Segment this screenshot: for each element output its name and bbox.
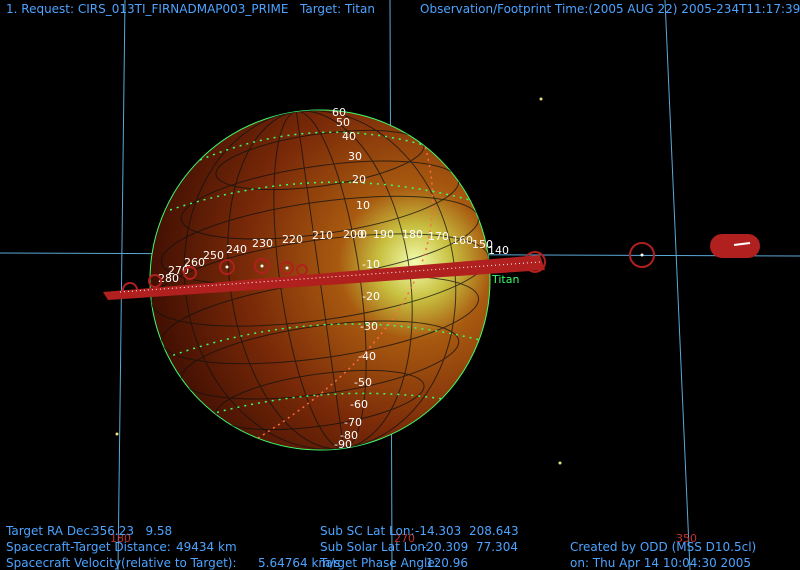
created-by-label: Created by ODD (MSS D10.5cl) <box>570 540 757 554</box>
lon-label: 190 <box>373 228 394 241</box>
star <box>558 461 562 465</box>
lon-label: 160 <box>452 234 473 247</box>
footprint-center <box>285 266 289 270</box>
phase-angle-label: Target Phase Angle: <box>320 556 439 570</box>
target-ra-value: 356.23 <box>92 524 134 538</box>
sub-solar-values: -20.309 77.304 <box>422 540 518 554</box>
created-on-label: on: Thu Apr 14 10:04:30 2005 <box>570 556 752 570</box>
lat-label: 10 <box>356 199 370 212</box>
target-ra-dec-label: Target RA Dec: <box>6 524 95 538</box>
lat-label: -90 <box>334 438 352 451</box>
target-dec-value: 9.58 <box>145 524 173 538</box>
footprint-center <box>225 265 229 269</box>
lat-label: -50 <box>354 376 372 389</box>
lat-label: -60 <box>350 398 368 411</box>
footprint-center <box>640 253 644 257</box>
star <box>115 432 119 436</box>
lon-label: 220 <box>282 233 303 246</box>
lon-label: 210 <box>312 229 333 242</box>
observation-time-label: Observation/Footprint Time:(2005 AUG 22)… <box>420 2 800 16</box>
grid-line-vertical-right <box>664 0 691 570</box>
lon-label: 250 <box>203 249 224 262</box>
lat-label: 20 <box>352 173 366 186</box>
phase-angle-value: 120.96 <box>426 556 468 570</box>
distance-value: 49434 km <box>176 540 237 554</box>
lat-label: -20 <box>362 290 380 303</box>
footprint-blob <box>710 234 760 258</box>
lat-label: 30 <box>348 150 362 163</box>
sub-sc-label: Sub SC Lat Lon: <box>320 524 415 538</box>
sub-sc-lat: -14.303 <box>415 524 462 538</box>
lat-label: -30 <box>360 320 378 333</box>
target-label: Target: Titan <box>300 2 375 16</box>
distance-label: Spacecraft-Target Distance: <box>6 540 171 554</box>
request-label: 1. Request: CIRS_013TI_FIRNADMAP003_PRIM… <box>6 2 289 16</box>
planet-view-canvas[interactable]: 60 50 40 30 20 10 0 -10 -20 -30 -40 -50 … <box>0 0 800 570</box>
lon-label: 240 <box>226 243 247 256</box>
sub-sc-values: -14.303 208.643 <box>415 524 519 538</box>
lat-label: 50 <box>336 116 350 129</box>
sub-solar-lat: -20.309 <box>422 540 469 554</box>
lat-label: -40 <box>358 350 376 363</box>
sub-sc-lon: 208.643 <box>468 524 519 538</box>
footprint-center <box>260 264 264 268</box>
lon-label: 180 <box>402 228 423 241</box>
sub-solar-label: Sub Solar Lat Lon: <box>320 540 430 554</box>
lon-label: 230 <box>252 237 273 250</box>
velocity-label: Spacecraft Velocity(relative to Target): <box>6 556 237 570</box>
lon-label: 170 <box>428 230 449 243</box>
lon-label: 200 <box>343 228 364 241</box>
star <box>539 97 543 101</box>
lat-label: -70 <box>344 416 362 429</box>
target-ra-dec-values: 356.23 9.58 <box>92 524 172 538</box>
lon-label: 140 <box>488 244 509 257</box>
sub-solar-lon: 77.304 <box>475 540 518 554</box>
titan-label: Titan <box>491 273 519 286</box>
lat-label: 40 <box>342 130 356 143</box>
